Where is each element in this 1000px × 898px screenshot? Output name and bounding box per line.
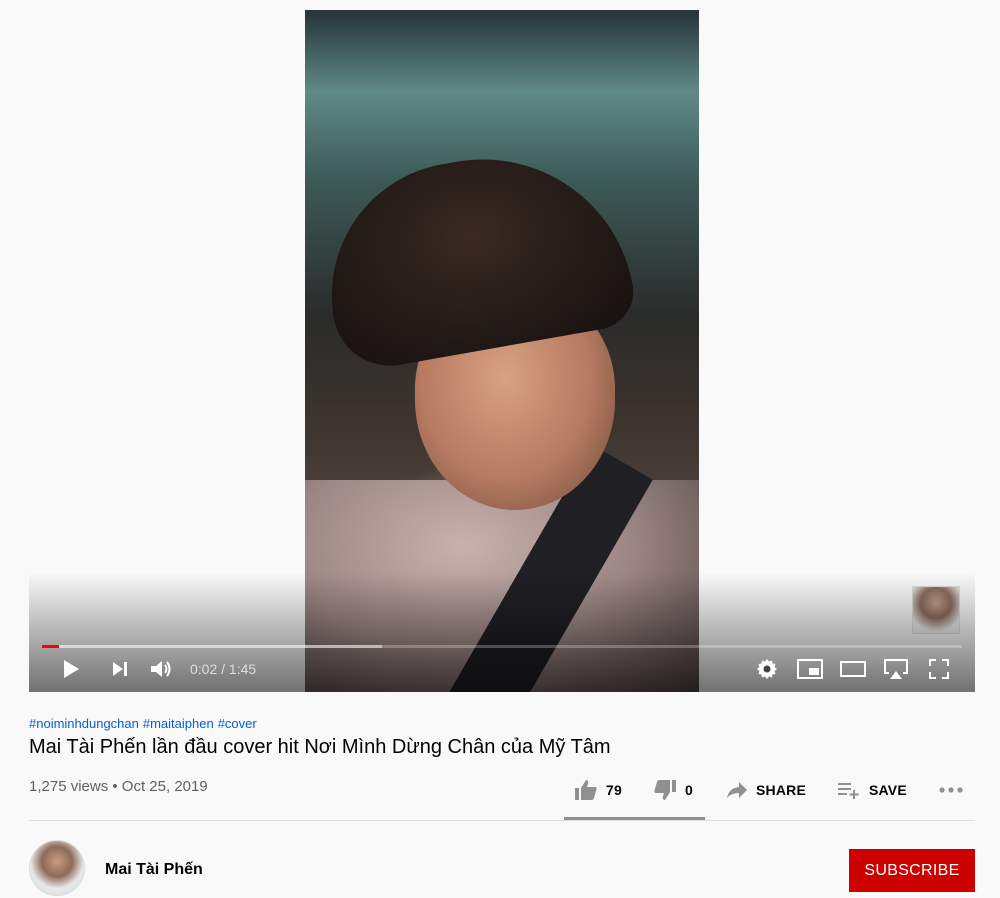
channel-name[interactable]: Mai Tài Phến <box>105 861 203 879</box>
progress-bar[interactable] <box>42 645 962 648</box>
airplay-button[interactable] <box>881 656 911 682</box>
settings-button[interactable] <box>755 656 779 682</box>
next-icon <box>113 662 127 676</box>
save-label: SAVE <box>869 782 907 798</box>
add-to-playlist-icon <box>838 783 859 799</box>
video-meta: 1,275 views • Oct 25, 2019 <box>29 778 208 795</box>
fullscreen-button[interactable] <box>926 656 952 682</box>
theater-icon <box>840 661 866 677</box>
share-button[interactable]: SHARE <box>726 778 806 802</box>
time-display: 0:02 / 1:45 <box>190 661 257 677</box>
progress-played <box>42 645 60 648</box>
thumbs-up-icon <box>575 780 597 800</box>
volume-button[interactable] <box>148 656 174 682</box>
dislike-count: 0 <box>685 782 693 798</box>
theater-mode-button[interactable] <box>838 656 868 682</box>
play-button[interactable] <box>57 656 85 682</box>
subscribe-button[interactable]: SUBSCRIBE <box>849 849 975 892</box>
next-button[interactable] <box>109 656 131 682</box>
hashtag-link[interactable]: #maitaiphen <box>143 716 214 731</box>
airplay-icon <box>884 659 908 679</box>
miniplayer-icon <box>797 659 823 679</box>
dislike-button[interactable]: 0 <box>653 778 693 802</box>
share-icon <box>727 782 747 798</box>
share-label: SHARE <box>756 782 807 798</box>
fullscreen-icon <box>929 659 949 679</box>
video-player[interactable]: 0:02 / 1:45 <box>29 10 975 692</box>
hashtag-list: #noiminhdungchan #maitaiphen #cover <box>29 716 261 731</box>
progress-loaded <box>42 645 383 648</box>
like-button[interactable]: 79 <box>574 778 622 802</box>
thumbs-down-icon <box>654 780 676 800</box>
like-count: 79 <box>606 782 622 798</box>
miniplayer-button[interactable] <box>795 656 825 682</box>
hashtag-link[interactable]: #cover <box>218 716 257 731</box>
gear-icon <box>757 659 777 679</box>
volume-icon <box>151 661 171 677</box>
more-actions-button[interactable] <box>938 778 964 802</box>
more-horizontal-icon <box>939 787 963 793</box>
hashtag-link[interactable]: #noiminhdungchan <box>29 716 139 731</box>
play-icon <box>64 660 79 678</box>
video-title: Mai Tài Phến lần đầu cover hit Nơi Mình … <box>29 736 611 758</box>
channel-avatar[interactable] <box>29 840 85 896</box>
save-button[interactable]: SAVE <box>837 778 907 802</box>
divider <box>29 820 975 821</box>
